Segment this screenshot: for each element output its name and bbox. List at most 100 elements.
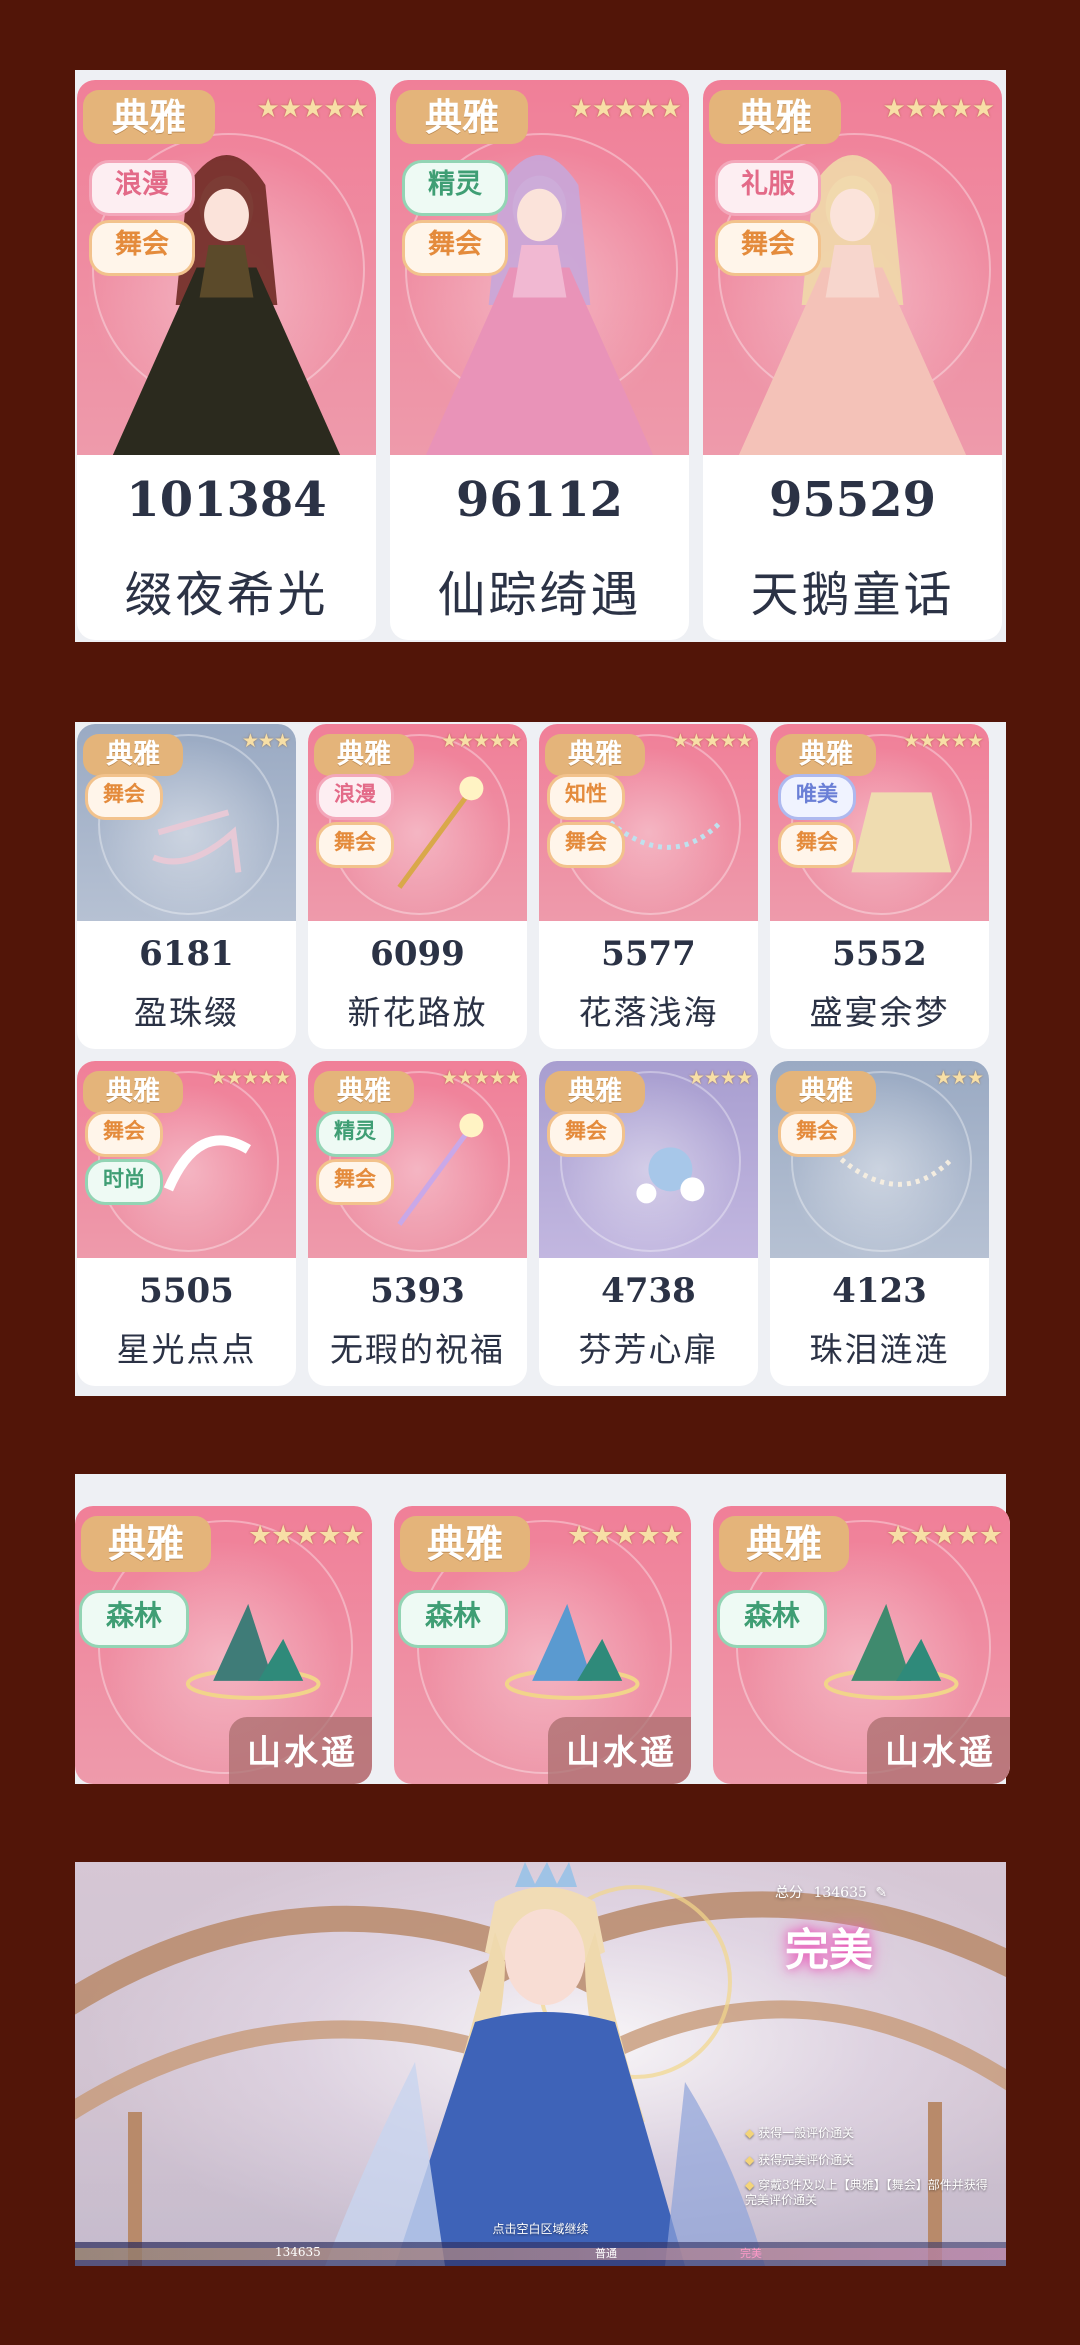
attribute-tag: 舞会 (547, 822, 625, 868)
attribute-tag: 舞会 (402, 220, 508, 276)
condition-list: ◆ 获得一般评价通关 ◆ 获得完美评价通关 ◆ 穿戴3件及以上【典雅】【舞会】部… (745, 2124, 995, 2208)
attribute-tag: 时尚 (85, 1159, 163, 1205)
attribute-tag: 精灵 (402, 160, 508, 216)
style-tag: 典雅 (545, 734, 645, 776)
item-score: 6181 (139, 934, 234, 974)
attribute-tag: 唯美 (778, 774, 856, 820)
character-figure (325, 1862, 765, 2266)
rarity-stars: ★★★★ (687, 1067, 753, 1089)
bar-label-perfect: 完美 (740, 2247, 762, 2260)
outfit-card[interactable]: 典雅 ★★★★★ 浪漫 舞会 101384 缀夜希光 (77, 80, 376, 640)
attribute-tag: 舞会 (316, 1159, 394, 1205)
attribute-tag: 舞会 (316, 822, 394, 868)
rarity-stars: ★★★ (241, 730, 291, 752)
style-tag: 典雅 (314, 1071, 414, 1113)
rarity-stars: ★★★★★ (440, 1067, 522, 1089)
item-name: 芬芳心扉 (578, 1330, 719, 1369)
set-items-panel: 典雅 ★★★★★ 森林 山水遥 典雅 ★★★★★ 森林 山水遥 典雅 ★★★★★ 森林 山水遥 (75, 1474, 1010, 1784)
item-card[interactable]: 典雅 ★★★ 舞会 6181 盈珠缀 (77, 724, 296, 1049)
item-card[interactable]: 典雅 ★★★★★ 舞会 时尚 5505 星光点点 (77, 1061, 296, 1386)
item-name: 缀夜希光 (124, 567, 329, 623)
item-score: 5577 (601, 934, 696, 974)
style-tag: 典雅 (314, 734, 414, 776)
continue-hint[interactable]: 点击空白区域继续 (75, 2220, 1006, 2237)
top-items-panel: 典雅 ★★★ 舞会 6181 盈珠缀 典雅 ★★★★★ 浪漫 舞会 6099 新花路放 典雅 ★★★★★… (75, 722, 1006, 1396)
attribute-tag: 礼服 (715, 160, 821, 216)
condition-item: ◆ 获得一般评价通关 (745, 2126, 855, 2140)
set-name-label: 山水遥 (229, 1717, 372, 1784)
style-tag: 典雅 (400, 1516, 530, 1572)
set-item-card[interactable]: 典雅 ★★★★★ 森林山水遥 (75, 1506, 372, 1784)
item-card[interactable]: 典雅 ★★★★★ 精灵 舞会 5393 无瑕的祝福 (308, 1061, 527, 1386)
style-tag: 典雅 (81, 1516, 211, 1572)
attribute-tag: 舞会 (85, 774, 163, 820)
rarity-stars: ★★★★★ (247, 1520, 365, 1551)
item-name: 无瑕的祝福 (330, 1330, 505, 1369)
attribute-tag: 森林 (717, 1590, 827, 1648)
rarity-stars: ★★★ (934, 1067, 984, 1089)
item-card[interactable]: 典雅 ★★★★★ 知性 舞会 5577 花落浅海 (539, 724, 758, 1049)
grade-label: 完美 (785, 1925, 873, 1976)
set-name-label: 山水遥 (548, 1717, 691, 1784)
top-outfits-panel: 典雅 ★★★★★ 浪漫 舞会 101384 缀夜希光 典雅 ★★★★★ 精灵 舞会 96112 仙踪绮… (75, 70, 1006, 642)
outfit-card[interactable]: 典雅 ★★★★★ 精灵 舞会 96112 仙踪绮遇 (390, 80, 689, 640)
bar-label-normal: 普通 (595, 2247, 617, 2260)
diamond-icon: ◆ (745, 2178, 755, 2192)
outfit-card[interactable]: 典雅 ★★★★★ 礼服 舞会 95529 天鹅童话 (703, 80, 1002, 640)
set-name-label: 山水遥 (867, 1717, 1010, 1784)
total-score-line: 总分 134635 ✎ (775, 1882, 887, 1902)
item-name: 新花路放 (347, 993, 488, 1032)
attribute-tag: 浪漫 (316, 774, 394, 820)
item-name: 仙踪绮遇 (437, 567, 642, 623)
total-score-label: 总分 (775, 1885, 803, 1901)
item-score: 5393 (370, 1271, 465, 1311)
item-score: 4738 (601, 1271, 696, 1311)
item-card[interactable]: 典雅 ★★★★★ 浪漫 舞会 6099 新花路放 (308, 724, 527, 1049)
item-name: 盈珠缀 (134, 993, 239, 1032)
attribute-tag: 舞会 (778, 1111, 856, 1157)
item-score: 101384 (126, 472, 327, 528)
rarity-stars: ★★★★★ (440, 730, 522, 752)
rarity-stars: ★★★★★ (671, 730, 753, 752)
score-progress-bar: 134635 普通 完美 (75, 2242, 1006, 2266)
style-tag: 典雅 (83, 734, 183, 776)
style-tag: 典雅 (776, 1071, 876, 1113)
style-tag: 典雅 (719, 1516, 849, 1572)
diamond-icon: ◆ (745, 2153, 755, 2167)
style-tag: 典雅 (83, 1071, 183, 1113)
item-name: 盛宴余梦 (809, 993, 950, 1032)
condition-item: ◆ 获得完美评价通关 (745, 2153, 855, 2167)
attribute-tag: 舞会 (715, 220, 821, 276)
attribute-tag: 浪漫 (89, 160, 195, 216)
item-name: 天鹅童话 (750, 567, 955, 623)
bar-score: 134635 (275, 2245, 321, 2259)
attribute-tag: 舞会 (547, 1111, 625, 1157)
rarity-stars: ★★★★★ (885, 1520, 1003, 1551)
rarity-stars: ★★★★★ (902, 730, 984, 752)
item-card[interactable]: 典雅 ★★★★★ 唯美 舞会 5552 盛宴余梦 (770, 724, 989, 1049)
item-card[interactable]: 典雅 ★★★★ 舞会 4738 芬芳心扉 (539, 1061, 758, 1386)
style-tag: 典雅 (83, 90, 215, 144)
style-tag: 典雅 (396, 90, 528, 144)
attribute-tag: 森林 (79, 1590, 189, 1648)
rarity-stars: ★★★★★ (882, 94, 995, 124)
item-score: 96112 (456, 472, 623, 528)
rarity-stars: ★★★★★ (569, 94, 682, 124)
attribute-tag: 舞会 (89, 220, 195, 276)
rarity-stars: ★★★★★ (566, 1520, 684, 1551)
item-name: 珠泪涟涟 (809, 1330, 950, 1369)
rarity-stars: ★★★★★ (256, 94, 369, 124)
item-score: 5552 (832, 934, 927, 974)
item-score: 5505 (139, 1271, 234, 1311)
item-card[interactable]: 典雅 ★★★ 舞会 4123 珠泪涟涟 (770, 1061, 989, 1386)
style-tag: 典雅 (709, 90, 841, 144)
set-item-card[interactable]: 典雅 ★★★★★ 森林 山水遥 (394, 1506, 691, 1784)
item-score: 95529 (769, 472, 936, 528)
set-item-card[interactable]: 典雅 ★★★★★ 森林山水遥 (713, 1506, 1010, 1784)
attribute-tag: 知性 (547, 774, 625, 820)
item-name: 花落浅海 (578, 993, 719, 1032)
item-score: 6099 (370, 934, 465, 974)
condition-item: ◆ 穿戴3件及以上【典雅】【舞会】部件并获得完美评价通关 (745, 2178, 988, 2207)
share-icon[interactable]: ✎ (875, 1885, 887, 1901)
result-screen: 总分 134635 ✎ 完美 ◆ 获得一般评价通关 ◆ 获得完美评价通关 ◆ 穿… (75, 1862, 1006, 2266)
